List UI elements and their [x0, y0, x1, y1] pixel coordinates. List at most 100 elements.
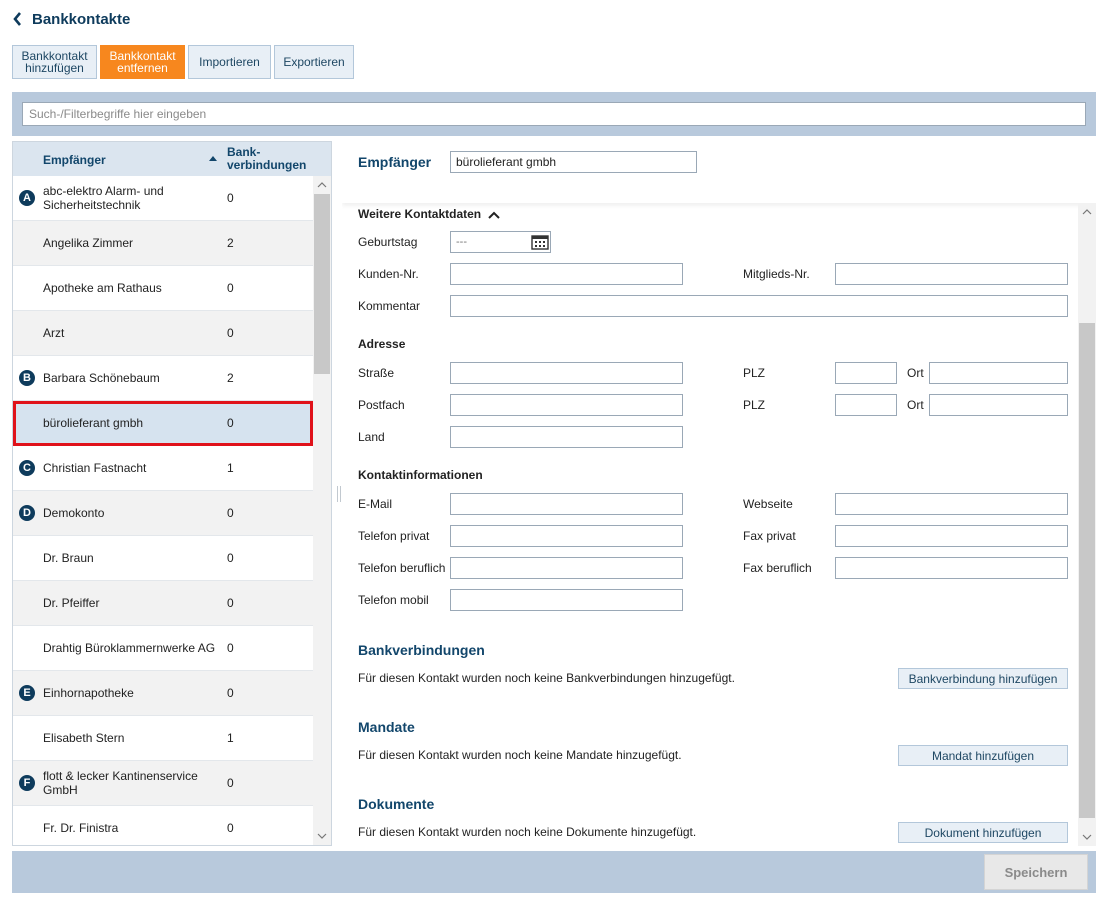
fax-business-label: Fax beruflich [743, 561, 812, 575]
fax-private-input[interactable] [835, 525, 1068, 547]
recipient-name: flott & lecker Kantinenservice GmbH [43, 769, 198, 797]
bank-connection-count: 1 [227, 731, 234, 745]
list-item[interactable]: D Demokonto 0 [13, 491, 313, 536]
fax-private-label: Fax privat [743, 529, 796, 543]
back-navigation[interactable]: Bankkontakte [12, 9, 130, 29]
member-no-label: Mitglieds-Nr. [743, 267, 810, 281]
list-item[interactable]: Dr. Braun 0 [13, 536, 313, 581]
email-field[interactable] [450, 493, 683, 515]
bank-empty-text: Für diesen Kontakt wurden noch keine Ban… [358, 671, 735, 685]
recipient-name: Dr. Pfeiffer [43, 596, 100, 610]
add-bank-contact-button[interactable]: Bankkontakt hinzufügen [12, 45, 97, 79]
bank-connection-count: 0 [227, 596, 234, 610]
list-item[interactable]: Aabc-elektro Alarm- und Sicherheitstechn… [13, 176, 313, 221]
list-item[interactable]: Angelika Zimmer 2 [13, 221, 313, 266]
recipient-name: Apotheke am Rathaus [43, 281, 162, 295]
phone-mobile-label: Telefon mobil [358, 593, 429, 607]
list-item[interactable]: Dr. Pfeiffer 0 [13, 581, 313, 626]
pobox-input[interactable] [450, 394, 683, 416]
list-item[interactable]: Apotheke am Rathaus 0 [13, 266, 313, 311]
documents-empty-text: Für diesen Kontakt wurden noch keine Dok… [358, 825, 697, 839]
pobox-ort-input[interactable] [929, 394, 1068, 416]
bank-connection-count: 0 [227, 776, 234, 790]
recipient-name: Fr. Dr. Finistra [43, 821, 119, 835]
bank-connection-count: 0 [227, 326, 234, 340]
recipient-name: Demokonto [43, 506, 105, 520]
website-input[interactable] [835, 493, 1068, 515]
scroll-down-icon[interactable] [317, 831, 327, 841]
add-bank-connection-button[interactable]: Bankverbindung hinzufügen [898, 668, 1068, 689]
letter-marker: B [19, 370, 35, 386]
recipient-input[interactable] [450, 151, 697, 173]
column-header-bank-connections[interactable]: Bank- verbindungen [227, 146, 306, 172]
add-mandate-button[interactable]: Mandat hinzufügen [898, 745, 1068, 766]
list-item[interactable]: Elisabeth Stern 1 [13, 716, 313, 761]
sort-ascending-icon[interactable] [209, 154, 217, 162]
toolbar: Bankkontakt hinzufügen Bankkontakt entfe… [12, 45, 354, 79]
plz-input[interactable] [835, 362, 897, 384]
list-item[interactable]: E Einhornapotheke 0 [13, 671, 313, 716]
footer-bar: Speichern [12, 851, 1096, 893]
country-label: Land [358, 430, 385, 444]
letter-marker: F [19, 775, 35, 791]
bank-connection-count: 2 [227, 371, 234, 385]
list-item[interactable]: Fflott & lecker Kantinenservice GmbH 0 [13, 761, 313, 806]
comment-label: Kommentar [358, 299, 421, 313]
pobox-plz-label: PLZ [743, 398, 766, 412]
phone-private-input[interactable] [450, 525, 683, 547]
bank-connection-count: 0 [227, 281, 234, 295]
bank-connection-count: 0 [227, 641, 234, 655]
birthday-label: Geburtstag [358, 235, 418, 249]
list-scrollbar[interactable] [313, 176, 331, 845]
detail-scrollbar-thumb[interactable] [1079, 323, 1095, 818]
list-item[interactable]: B Barbara Schönebaum 2 [13, 356, 313, 401]
column-header-recipient[interactable]: Empfänger [43, 153, 106, 167]
birthday-input[interactable] [451, 232, 531, 252]
list-item[interactable]: bürolieferant gmbh 0 [13, 401, 313, 446]
list-item[interactable]: Arzt 0 [13, 311, 313, 356]
bank-connection-count: 0 [227, 551, 234, 565]
detail-scrollbar[interactable] [1078, 203, 1096, 846]
remove-bank-contact-button[interactable]: Bankkontakt entfernen [100, 45, 185, 79]
chevron-up-icon [488, 211, 501, 219]
bank-connection-count: 1 [227, 461, 234, 475]
phone-mobile-input[interactable] [450, 589, 683, 611]
country-input[interactable] [450, 426, 683, 448]
list-scrollbar-thumb[interactable] [314, 194, 330, 374]
filter-bar [12, 92, 1096, 136]
export-button[interactable]: Exportieren [274, 45, 354, 79]
page-title: Bankkontakte [32, 10, 131, 28]
chevron-left-icon[interactable] [12, 11, 24, 27]
add-document-button[interactable]: Dokument hinzufügen [898, 822, 1068, 843]
ort-input[interactable] [929, 362, 1068, 384]
street-input[interactable] [450, 362, 683, 384]
recipient-name: Dr. Braun [43, 551, 94, 565]
more-contact-toggle[interactable]: Weitere Kontaktdaten [358, 207, 501, 221]
column-header-bank-connections-label: Bank- verbindungen [227, 145, 307, 172]
mandate-empty-text: Für diesen Kontakt wurden noch keine Man… [358, 748, 682, 762]
calendar-icon[interactable] [531, 234, 549, 250]
phone-business-label: Telefon beruflich [358, 561, 446, 575]
list-item[interactable]: Drahtig Büroklammernwerke AG 0 [13, 626, 313, 671]
list-item[interactable]: Fr. Dr. Finistra 0 [13, 806, 313, 845]
list-item[interactable]: C Christian Fastnacht 1 [13, 446, 313, 491]
pobox-ort-label: Ort [907, 398, 924, 412]
save-button[interactable]: Speichern [984, 854, 1088, 890]
fax-business-input[interactable] [835, 557, 1068, 579]
detail-scroll-down-icon[interactable] [1082, 832, 1092, 842]
pobox-plz-input[interactable] [835, 394, 897, 416]
bank-connection-count: 0 [227, 506, 234, 520]
comment-input[interactable] [450, 295, 1068, 317]
detail-scroll-up-icon[interactable] [1082, 207, 1092, 217]
scroll-up-icon[interactable] [317, 180, 327, 190]
import-button[interactable]: Importieren [188, 45, 271, 79]
customer-no-input[interactable] [450, 263, 683, 285]
list-rows: Aabc-elektro Alarm- und Sicherheitstechn… [13, 176, 313, 845]
bank-connection-count: 2 [227, 236, 234, 250]
bank-connection-count: 0 [227, 821, 234, 835]
recipient-name: Arzt [43, 326, 65, 340]
search-input[interactable] [22, 102, 1086, 126]
panel-splitter[interactable] [337, 486, 341, 502]
phone-business-input[interactable] [450, 557, 683, 579]
member-no-input[interactable] [835, 263, 1068, 285]
